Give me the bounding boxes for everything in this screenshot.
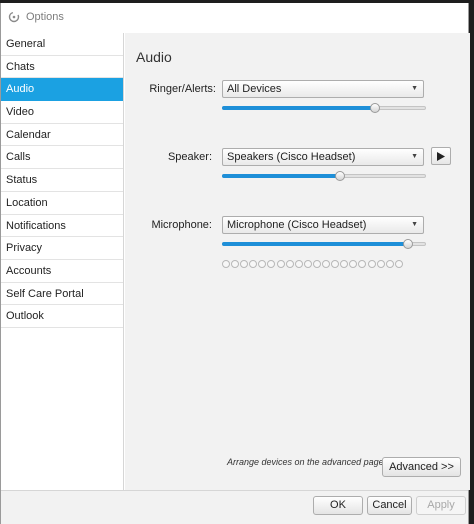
ringer-label: Ringer/Alerts: — [149, 83, 216, 95]
level-dot — [394, 260, 403, 268]
ringer-device-dropdown[interactable]: All Devices ▼ — [222, 80, 424, 98]
window-title: Options — [26, 11, 64, 23]
slider-thumb[interactable] — [402, 239, 413, 249]
level-dot — [276, 260, 285, 268]
sidebar-item-audio[interactable]: Audio — [1, 78, 123, 102]
options-window: Options General Chats Audio Video Calend… — [0, 3, 470, 524]
level-dot — [385, 260, 394, 268]
speaker-test-button[interactable] — [431, 147, 451, 165]
sidebar-item-calls[interactable]: Calls — [1, 146, 123, 170]
level-dot — [249, 260, 258, 268]
microphone-volume-slider[interactable] — [222, 239, 426, 249]
cancel-button[interactable]: Cancel — [367, 496, 412, 515]
chevron-down-icon: ▼ — [411, 153, 418, 160]
speaker-device-dropdown[interactable]: Speakers (Cisco Headset) ▼ — [222, 148, 424, 166]
sidebar-item-general[interactable]: General — [1, 33, 123, 56]
level-dot — [258, 260, 267, 268]
level-dot — [267, 260, 276, 268]
sidebar-item-self-care-portal[interactable]: Self Care Portal — [1, 283, 123, 306]
level-dot — [240, 260, 249, 268]
slider-fill — [222, 242, 408, 246]
level-dot — [294, 260, 303, 268]
speaker-device-value: Speakers (Cisco Headset) — [227, 151, 356, 163]
sidebar-item-calendar[interactable]: Calendar — [1, 124, 123, 147]
microphone-label: Microphone: — [151, 219, 212, 231]
sidebar-item-chats[interactable]: Chats — [1, 56, 123, 79]
title-bar: Options — [1, 3, 468, 31]
ringer-volume-slider[interactable] — [222, 103, 426, 113]
app-icon — [7, 10, 21, 24]
ok-button[interactable]: OK — [313, 496, 363, 515]
level-dot — [340, 260, 349, 268]
apply-button[interactable]: Apply — [416, 496, 466, 515]
microphone-device-value: Microphone (Cisco Headset) — [227, 219, 367, 231]
sidebar-item-status[interactable]: Status — [1, 169, 123, 192]
level-dot — [303, 260, 312, 268]
play-icon — [437, 151, 445, 161]
level-dot — [285, 260, 294, 268]
audio-panel: Audio Ringer/Alerts: All Devices ▼ Speak… — [125, 33, 470, 490]
level-dot — [349, 260, 358, 268]
microphone-device-dropdown[interactable]: Microphone (Cisco Headset) ▼ — [222, 216, 424, 234]
sidebar-item-location[interactable]: Location — [1, 192, 123, 215]
sidebar-item-privacy[interactable]: Privacy — [1, 237, 123, 260]
level-dot — [358, 260, 367, 268]
level-dot — [322, 260, 331, 268]
chevron-down-icon: ▼ — [411, 221, 418, 228]
advanced-hint: Arrange devices on the advanced page. — [227, 457, 387, 467]
slider-fill — [222, 174, 341, 178]
advanced-button[interactable]: Advanced >> — [382, 457, 461, 477]
level-dot — [367, 260, 376, 268]
slider-fill — [222, 106, 375, 110]
slider-thumb[interactable] — [370, 103, 380, 113]
page-title: Audio — [136, 49, 172, 65]
sidebar-item-accounts[interactable]: Accounts — [1, 260, 123, 283]
ringer-device-value: All Devices — [227, 83, 282, 95]
level-dot — [312, 260, 321, 268]
level-dot — [331, 260, 340, 268]
sidebar-item-notifications[interactable]: Notifications — [1, 215, 123, 238]
speaker-volume-slider[interactable] — [222, 171, 426, 181]
level-dot — [376, 260, 385, 268]
level-dot — [231, 260, 240, 268]
dialog-footer: OK Cancel Apply — [1, 490, 468, 524]
slider-thumb[interactable] — [335, 171, 346, 181]
chevron-down-icon: ▼ — [411, 85, 418, 92]
microphone-level-meter — [222, 260, 403, 268]
sidebar-item-outlook[interactable]: Outlook — [1, 305, 123, 328]
sidebar: General Chats Audio Video Calendar Calls… — [1, 33, 124, 490]
speaker-label: Speaker: — [167, 151, 212, 163]
sidebar-item-video[interactable]: Video — [1, 101, 123, 124]
level-dot — [222, 260, 230, 268]
